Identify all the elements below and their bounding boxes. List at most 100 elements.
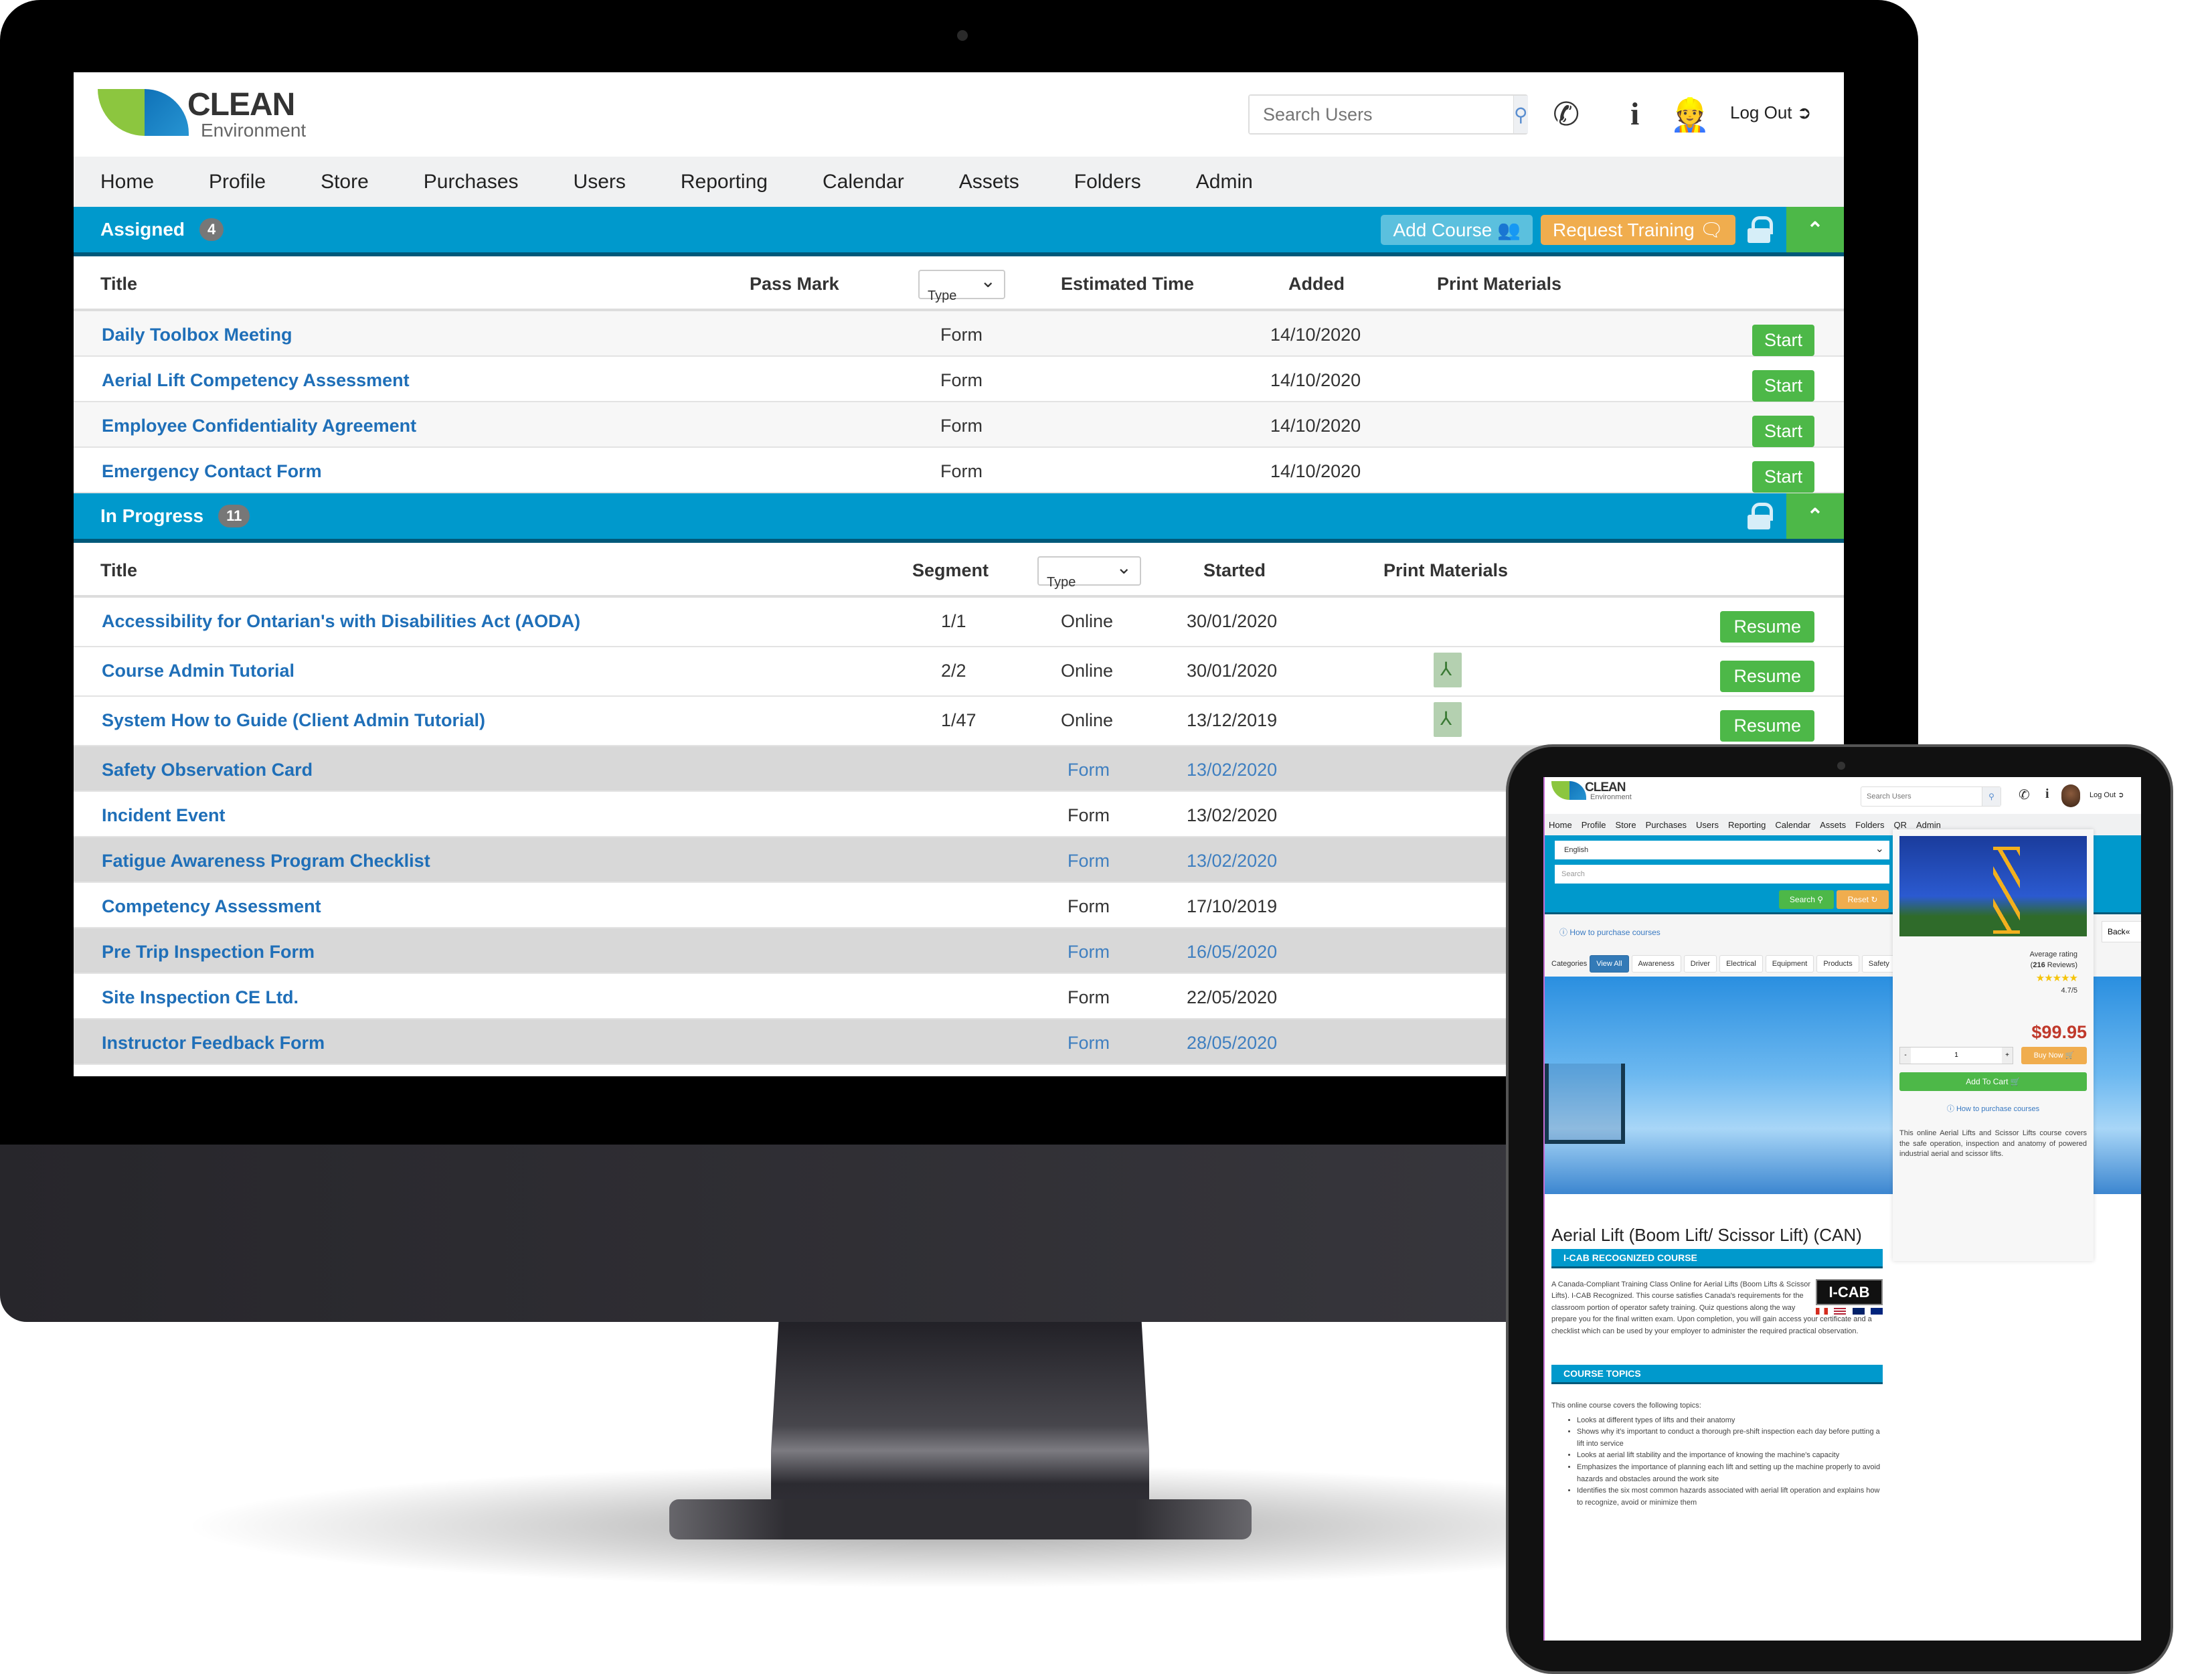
- logo[interactable]: CLEAN Environment: [1551, 781, 1632, 801]
- nav-reporting[interactable]: Reporting: [1728, 820, 1766, 830]
- nav-qr[interactable]: QR: [1894, 820, 1907, 830]
- lock-icon[interactable]: [1748, 216, 1773, 243]
- row-title-link[interactable]: System How to Guide (Client Admin Tutori…: [102, 710, 485, 731]
- col-pass-mark[interactable]: Pass Mark: [750, 274, 839, 295]
- collapse-button[interactable]: ⌃: [1786, 493, 1844, 539]
- info-icon[interactable]: i: [2045, 786, 2049, 802]
- nav-admin[interactable]: Admin: [1196, 171, 1253, 193]
- table-row: Daily Toolbox Meeting Form 14/10/2020 St…: [74, 311, 1844, 357]
- user-hardhat-icon[interactable]: 👷: [1670, 96, 1710, 134]
- row-segment: 1/1: [941, 611, 966, 631]
- nav-purchases[interactable]: Purchases: [1646, 820, 1687, 830]
- nav-assets[interactable]: Assets: [959, 171, 1019, 193]
- start-button[interactable]: Start: [1752, 370, 1814, 402]
- tab-electrical[interactable]: Electrical: [1719, 955, 1763, 973]
- phone-icon[interactable]: ✆: [1553, 96, 1580, 133]
- tab-awareness[interactable]: Awareness: [1631, 955, 1681, 973]
- reset-button[interactable]: Reset ↻: [1837, 890, 1889, 909]
- start-button[interactable]: Start: [1752, 416, 1814, 447]
- search-users-input[interactable]: [1250, 96, 1513, 133]
- nav-folders[interactable]: Folders: [1855, 820, 1884, 830]
- type-filter-select[interactable]: Type: [1037, 556, 1141, 590]
- nav-profile[interactable]: Profile: [1582, 820, 1606, 830]
- row-title-link[interactable]: Course Admin Tutorial: [102, 661, 294, 681]
- back-button[interactable]: Back«: [2102, 921, 2141, 942]
- nav-folders[interactable]: Folders: [1074, 171, 1141, 193]
- info-icon[interactable]: i: [1630, 96, 1639, 133]
- tab-products[interactable]: Products: [1816, 955, 1859, 973]
- nav-calendar[interactable]: Calendar: [1775, 820, 1810, 830]
- buy-now-button[interactable]: Buy Now 🛒: [2021, 1046, 2087, 1064]
- row-title-link[interactable]: Daily Toolbox Meeting: [102, 325, 292, 345]
- nav-assets[interactable]: Assets: [1820, 820, 1846, 830]
- row-title-link[interactable]: Emergency Contact Form: [102, 461, 322, 482]
- search-icon[interactable]: ⚲: [1982, 787, 2001, 806]
- row-title-link[interactable]: Site Inspection CE Ltd.: [102, 987, 299, 1008]
- tab-equipment[interactable]: Equipment: [1765, 955, 1814, 973]
- decrement-button[interactable]: -: [1900, 1047, 1911, 1064]
- row-title-link[interactable]: Instructor Feedback Form: [102, 1033, 325, 1054]
- logout-link[interactable]: Log Out ➲: [2090, 790, 2124, 799]
- nav-admin[interactable]: Admin: [1916, 820, 1941, 830]
- col-added[interactable]: Added: [1288, 274, 1345, 295]
- search-button[interactable]: Search ⚲: [1779, 890, 1834, 909]
- nav-calendar[interactable]: Calendar: [823, 171, 904, 193]
- request-training-button[interactable]: Request Training 🗨: [1540, 214, 1735, 245]
- how-to-purchase-link[interactable]: ⓘ How to purchase courses: [1559, 926, 1661, 938]
- col-title[interactable]: Title: [100, 274, 137, 295]
- row-title-link[interactable]: Pre Trip Inspection Form: [102, 942, 315, 962]
- type-filter-select[interactable]: Type: [918, 270, 1005, 303]
- row-title-link[interactable]: Incident Event: [102, 805, 226, 826]
- add-to-cart-button[interactable]: Add To Cart 🛒: [1899, 1072, 2087, 1091]
- tab-view-all[interactable]: View All: [1590, 955, 1629, 973]
- lock-icon[interactable]: [1748, 503, 1773, 529]
- row-title-link[interactable]: Competency Assessment: [102, 896, 321, 917]
- nav-home[interactable]: Home: [100, 171, 154, 193]
- search-button-label: Search: [1789, 895, 1815, 904]
- quantity-stepper: - 1 +: [1899, 1046, 2013, 1064]
- nav-store[interactable]: Store: [321, 171, 369, 193]
- col-started[interactable]: Started: [1203, 560, 1266, 581]
- increment-button[interactable]: +: [2002, 1047, 2013, 1064]
- start-button[interactable]: Start: [1752, 461, 1814, 493]
- search-icon[interactable]: ⚲: [1513, 96, 1528, 133]
- nav-users[interactable]: Users: [1696, 820, 1719, 830]
- add-course-button[interactable]: Add Course 👥: [1381, 214, 1533, 245]
- how-to-label: How to purchase courses: [1956, 1104, 2040, 1113]
- resume-button[interactable]: Resume: [1720, 710, 1814, 742]
- avatar[interactable]: [2061, 784, 2080, 807]
- col-estimated-time[interactable]: Estimated Time: [1061, 274, 1194, 295]
- logo[interactable]: CLEAN Environment: [98, 89, 306, 140]
- store-search-input[interactable]: Search: [1555, 865, 1889, 884]
- nav-profile[interactable]: Profile: [209, 171, 266, 193]
- tab-driver[interactable]: Driver: [1683, 955, 1717, 973]
- pdf-icon[interactable]: [1434, 702, 1462, 737]
- logout-link[interactable]: Log Out ➲: [1730, 102, 1812, 123]
- rating-value: 4.7/5: [2061, 986, 2077, 995]
- nav-users[interactable]: Users: [574, 171, 626, 193]
- nav-store[interactable]: Store: [1616, 820, 1636, 830]
- nav-home[interactable]: Home: [1549, 820, 1572, 830]
- col-title[interactable]: Title: [100, 560, 137, 581]
- search-users[interactable]: Search Users ⚲: [1861, 786, 2001, 807]
- resume-button[interactable]: Resume: [1720, 611, 1814, 643]
- phone-icon[interactable]: ✆: [2019, 786, 2030, 803]
- row-title-link[interactable]: Safety Observation Card: [102, 760, 313, 780]
- nav-purchases[interactable]: Purchases: [424, 171, 519, 193]
- course-description: I-CAB A Canada-Compliant Training Class …: [1551, 1278, 1883, 1338]
- language-select[interactable]: English: [1555, 841, 1889, 859]
- row-title-link[interactable]: Aerial Lift Competency Assessment: [102, 370, 410, 391]
- nav-reporting[interactable]: Reporting: [681, 171, 768, 193]
- row-title-link[interactable]: Accessibility for Ontarian's with Disabi…: [102, 611, 580, 632]
- how-to-purchase-link[interactable]: ⓘ How to purchase courses: [1899, 1103, 2087, 1114]
- tablet-screen: CLEAN Environment Search Users ⚲ ✆ i Log…: [1543, 777, 2141, 1641]
- pdf-icon[interactable]: [1434, 653, 1462, 687]
- col-segment[interactable]: Segment: [912, 560, 989, 581]
- row-title-link[interactable]: Fatigue Awareness Program Checklist: [102, 851, 430, 871]
- collapse-button[interactable]: ⌃: [1786, 207, 1844, 252]
- quantity-input[interactable]: 1: [1911, 1047, 2002, 1064]
- row-title-link[interactable]: Employee Confidentiality Agreement: [102, 416, 416, 436]
- tab-safety[interactable]: Safety: [1861, 955, 1896, 973]
- resume-button[interactable]: Resume: [1720, 661, 1814, 692]
- start-button[interactable]: Start: [1752, 325, 1814, 356]
